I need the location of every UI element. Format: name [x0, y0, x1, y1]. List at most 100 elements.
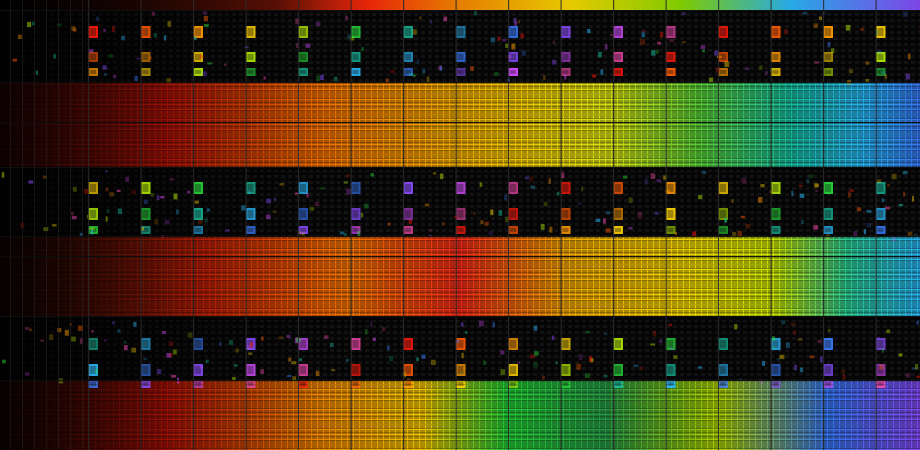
pad-inner [90, 184, 96, 192]
circuit-trace [106, 208, 110, 213]
circuit-trace [111, 321, 115, 325]
circuit-trace [633, 364, 639, 367]
circuit-trace [173, 193, 178, 200]
circuit-trace [421, 354, 426, 359]
scan-line [0, 236, 920, 237]
circuit-trace [169, 178, 175, 181]
circuit-trace [470, 66, 474, 72]
scan-line [0, 300, 920, 301]
scan-line [0, 400, 920, 401]
circuit-trace [102, 65, 107, 70]
circuit-trace [877, 50, 882, 54]
circuit-trace [815, 189, 819, 193]
circuit-trace [891, 173, 897, 180]
circuit-trace [598, 51, 602, 58]
die-boundary-line [770, 0, 772, 450]
pad-inner [615, 210, 621, 218]
pad-inner [877, 340, 884, 348]
scan-line [0, 110, 920, 111]
circuit-trace [548, 178, 551, 184]
circuit-trace [865, 61, 870, 65]
pad-inner [405, 228, 411, 232]
pad-inner [352, 184, 359, 192]
circuit-trace [91, 229, 94, 235]
circuit-trace [606, 211, 611, 215]
circuit-trace [25, 372, 30, 376]
pad-inner [247, 70, 254, 74]
scan-line [0, 424, 920, 425]
circuit-trace [806, 179, 810, 183]
circuit-trace [530, 185, 536, 189]
circuit-trace [143, 357, 147, 361]
circuit-trace [577, 202, 582, 205]
circuit-trace [363, 203, 369, 209]
pad-inner [825, 340, 831, 348]
circuit-trace [856, 207, 862, 212]
pad-inner [510, 70, 516, 74]
pad-inner [667, 54, 674, 60]
circuit-trace [439, 66, 443, 71]
scan-line [0, 98, 920, 99]
circuit-trace [28, 180, 34, 184]
scan-line [0, 102, 920, 103]
circuit-trace [194, 36, 197, 40]
circuit-trace [260, 369, 264, 374]
pad-inner [405, 54, 411, 60]
pad-inner [510, 228, 516, 232]
circuit-trace [585, 331, 590, 334]
pad-inner [247, 228, 254, 232]
die-boundary-line [350, 0, 352, 450]
circuit-trace [584, 373, 590, 379]
circuit-trace [813, 225, 819, 230]
circuit-trace [416, 59, 420, 65]
scan-line [0, 106, 920, 107]
circuit-trace [261, 336, 264, 341]
pad-inner [615, 54, 621, 60]
pad-inner [352, 210, 359, 218]
circuit-trace [887, 183, 890, 187]
pad-inner [877, 28, 884, 36]
circuit-trace [640, 39, 645, 45]
scan-line [0, 142, 920, 143]
circuit-trace [136, 57, 140, 60]
pad-inner [247, 28, 254, 36]
circuit-trace [681, 12, 686, 16]
circuit-trace [356, 226, 360, 229]
circuit-trace [478, 320, 484, 327]
circuit-trace [776, 358, 781, 361]
circuit-trace [422, 69, 426, 74]
circuit-trace [813, 23, 819, 28]
scan-line [0, 440, 920, 441]
circuit-trace [154, 219, 159, 225]
circuit-trace [233, 364, 238, 367]
scan-line [0, 268, 920, 269]
circuit-trace [603, 218, 606, 224]
circuit-trace [916, 320, 920, 325]
circuit-trace [731, 199, 734, 203]
circuit-trace [520, 33, 524, 39]
circuit-trace [702, 49, 705, 53]
circuit-trace [306, 193, 309, 198]
pad-inner [720, 366, 726, 374]
circuit-trace [866, 223, 872, 228]
circuit-trace [500, 369, 506, 376]
circuit-trace [758, 197, 763, 203]
pad-inner [247, 366, 254, 374]
circuit-trace [219, 342, 222, 346]
circuit-trace [163, 35, 167, 41]
circuit-trace [845, 24, 851, 31]
circuit-trace [734, 324, 738, 330]
circuit-trace [17, 34, 22, 40]
circuit-trace [473, 212, 477, 215]
circuit-trace [540, 224, 545, 230]
circuit-trace [745, 223, 751, 229]
scan-line [0, 90, 920, 91]
circuit-trace [286, 375, 292, 378]
circuit-trace [273, 197, 276, 201]
circuit-trace [502, 38, 507, 42]
pad-inner [720, 28, 726, 36]
circuit-trace [207, 62, 213, 65]
circuit-trace [108, 54, 114, 58]
circuit-trace [148, 56, 152, 60]
circuit-trace [588, 356, 592, 362]
